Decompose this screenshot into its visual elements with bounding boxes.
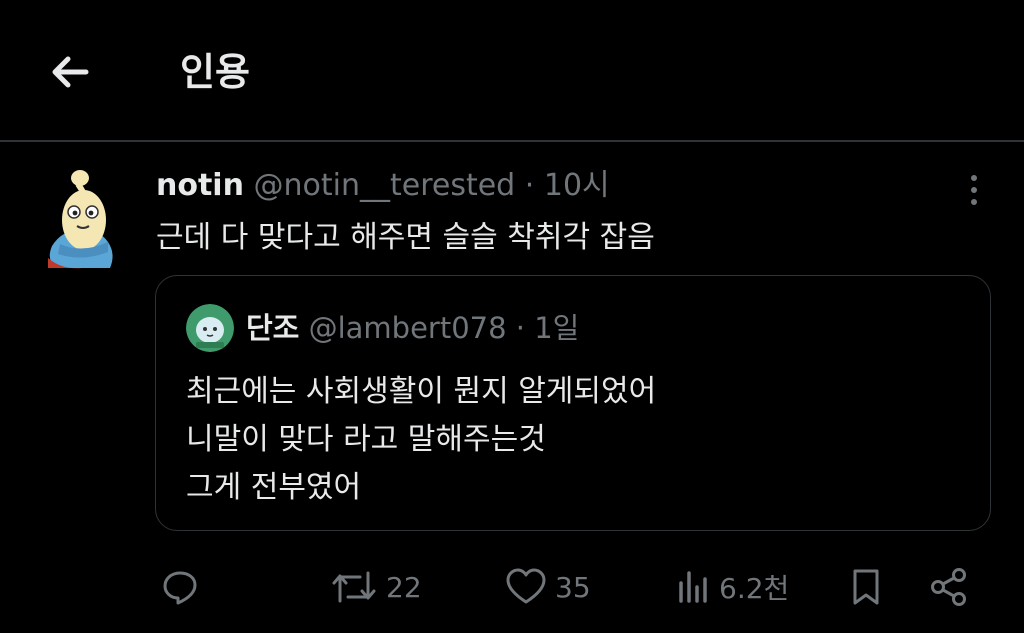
reply-icon: [163, 571, 197, 605]
share-icon: [931, 568, 966, 606]
views-icon: [679, 571, 707, 603]
timestamp[interactable]: 10시: [544, 168, 610, 203]
repost-count: 22: [386, 570, 422, 604]
views-button[interactable]: 6.2천: [675, 562, 789, 612]
more-button[interactable]: [958, 170, 990, 210]
post-header: notin @notin__terested · 10시: [156, 166, 610, 206]
post-text: 근데 다 맞다고 해주면 슬슬 착취각 잡음: [156, 220, 655, 255]
more-icon-dot: [971, 187, 977, 193]
avatar[interactable]: [42, 168, 116, 270]
more-icon-dot: [971, 199, 977, 205]
top-bar: 인용: [0, 0, 1024, 140]
handle[interactable]: @notin__terested: [254, 168, 516, 203]
quote-timestamp[interactable]: 1일: [534, 311, 579, 345]
quote-header: 단조 @lambert078 · 1일: [246, 306, 579, 350]
display-name[interactable]: notin: [156, 168, 244, 203]
quote-display-name[interactable]: 단조: [246, 311, 299, 345]
quote-handle[interactable]: @lambert078: [309, 311, 507, 345]
repost-button[interactable]: 22: [330, 562, 422, 612]
quote-text: 최근에는 사회생활이 뭔지 알게되었어 니말이 맞다 라고 말해주는것 그게 전…: [186, 368, 656, 512]
quoted-post[interactable]: 단조 @lambert078 · 1일 최근에는 사회생활이 뭔지 알게되었어 …: [155, 275, 991, 531]
post: notin @notin__terested · 10시 근데 다 맞다고 해주…: [0, 142, 1024, 633]
page-title: 인용: [180, 50, 250, 94]
like-icon: [506, 568, 546, 604]
reply-button[interactable]: [160, 562, 208, 612]
action-bar: 22 35 6.2천: [0, 562, 1024, 612]
quote-line: 그게 전부였어: [186, 470, 362, 505]
back-arrow-icon: [52, 56, 89, 88]
bookmark-button[interactable]: [846, 562, 886, 612]
quote-separator: ·: [515, 311, 526, 345]
like-count: 35: [555, 570, 591, 604]
quote-line: 최근에는 사회생활이 뭔지 알게되었어: [186, 374, 657, 409]
more-icon: [971, 175, 977, 181]
repost-icon: [332, 571, 376, 603]
views-count: 6.2천: [719, 572, 790, 605]
separator: ·: [524, 168, 535, 203]
share-button[interactable]: [928, 562, 970, 612]
quote-avatar[interactable]: [186, 304, 234, 352]
quote-line: 니말이 맞다 라고 말해주는것: [186, 422, 546, 457]
back-button[interactable]: [44, 46, 96, 98]
bookmark-icon: [853, 569, 879, 605]
like-button[interactable]: 35: [505, 562, 591, 612]
